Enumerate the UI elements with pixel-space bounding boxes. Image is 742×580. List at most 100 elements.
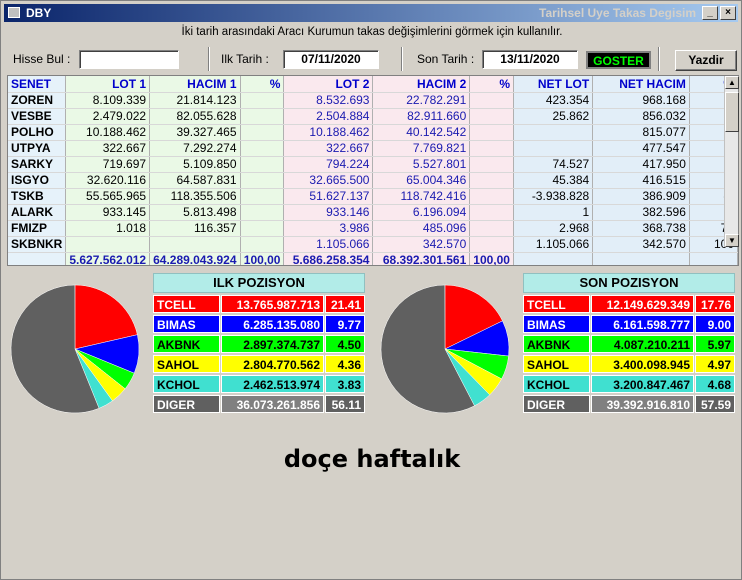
position-row: SAHOL 3.400.098.945 4.97: [523, 355, 735, 373]
table-cell: 5.686.258.354: [283, 252, 374, 265]
table-row[interactable]: ISGYO 32.620.116 64.587.831 32.665.500 65.00…: [8, 172, 738, 189]
position-row: DIGER 39.392.916.810 57.59: [523, 395, 735, 413]
table-cell: POLHO: [8, 124, 67, 141]
table-cell: 25.862: [513, 108, 594, 125]
scroll-up-icon[interactable]: ▲: [725, 76, 739, 89]
position-name: TCELL: [523, 295, 590, 313]
position-name: BIMAS: [523, 315, 590, 333]
table-cell: SARKY: [8, 156, 67, 173]
table-cell: 82.911.660: [372, 108, 471, 125]
table-cell: 794.224: [283, 156, 374, 173]
position-percent: 17.76: [695, 295, 735, 313]
table-cell: 3.986: [283, 220, 374, 237]
table-cell: 100,00: [469, 252, 514, 265]
table-row[interactable]: SKBNKR1.105.066342.5701.105.066342.57010…: [8, 236, 738, 253]
column-header[interactable]: NET HACIM: [592, 76, 690, 93]
info-text: İki tarih arasındaki Aracı Kurumun takas…: [181, 26, 563, 38]
position-row: AKBNK 2.897.374.737 4.50: [153, 335, 365, 353]
position-value: 2.897.374.737: [221, 335, 324, 353]
position-value: 3.200.847.467: [591, 375, 694, 393]
yazdir-button[interactable]: Yazdir: [675, 50, 737, 71]
table-cell: 1.105.066: [283, 236, 374, 253]
position-value: 6.161.598.777: [591, 315, 694, 333]
table-cell: 64.289.043.924: [149, 252, 241, 265]
position-percent: 21.41: [325, 295, 365, 313]
son-tarih-label: Son Tarih :: [417, 52, 475, 66]
title-bar[interactable]: DBY Tarihsel Uye Takas Degisim _ ×: [4, 4, 738, 22]
hisse-search-input[interactable]: [79, 50, 179, 69]
table-cell: 51.627.137: [283, 188, 374, 205]
position-value: 3.400.098.945: [591, 355, 694, 373]
table-row[interactable]: FMIZP 1.018 116.357 3.986 485.096 2.968 368.73…: [8, 220, 738, 237]
table-cell: 40.142.542: [372, 124, 471, 141]
column-header[interactable]: %: [240, 76, 285, 93]
scroll-down-icon[interactable]: ▼: [725, 234, 739, 247]
column-header[interactable]: NET LOT: [513, 76, 594, 93]
table-row[interactable]: SARKY 719.697 5.109.850 794.224 5.527.801 74.…: [8, 156, 738, 173]
table-row[interactable]: VESBE 2.479.022 82.055.628 2.504.884 82.911.…: [8, 108, 738, 125]
position-percent: 9.77: [325, 315, 365, 333]
column-header[interactable]: LOT 1: [65, 76, 151, 93]
column-header[interactable]: %: [469, 76, 514, 93]
table-cell: 32.620.116: [65, 172, 151, 189]
table-cell: ISGYO: [8, 172, 67, 189]
ilk-tarih-input[interactable]: 07/11/2020: [283, 50, 379, 69]
close-icon[interactable]: ×: [720, 6, 736, 20]
position-value: 6.285.135.080: [221, 315, 324, 333]
table-cell: 382.596: [592, 204, 690, 221]
table-cell: 2.504.884: [283, 108, 374, 125]
table-cell: [240, 204, 285, 221]
table-cell: 386.909: [592, 188, 690, 205]
column-header[interactable]: HACIM 2: [372, 76, 471, 93]
table-cell: 21.814.123: [149, 92, 241, 109]
position-name: KCHOL: [153, 375, 220, 393]
column-header[interactable]: LOT 2: [283, 76, 374, 93]
hisse-label: Hisse Bul :: [13, 52, 71, 66]
position-row: KCHOL 2.462.513.974 3.83: [153, 375, 365, 393]
position-percent: 5.97: [695, 335, 735, 353]
totals-row[interactable]: 5.627.562.012 64.289.043.924 100,00 5.686.2…: [8, 252, 738, 265]
table-cell: [240, 140, 285, 157]
table-cell: TSKB: [8, 188, 67, 205]
goster-button[interactable]: GOSTER: [586, 51, 651, 69]
column-header[interactable]: SENET: [8, 76, 67, 93]
table-cell: 55.565.965: [65, 188, 151, 205]
table-cell: 82.055.628: [149, 108, 241, 125]
table-cell: 856.032: [592, 108, 690, 125]
table-cell: SKBNKR: [8, 236, 67, 253]
position-name: KCHOL: [523, 375, 590, 393]
table-cell: 8.532.693: [283, 92, 374, 109]
table-cell: [469, 140, 514, 157]
table-row[interactable]: ZOREN 8.109.339 21.814.123 8.532.693 22.782.…: [8, 92, 738, 109]
table-cell: 74.527: [513, 156, 594, 173]
table-cell: [469, 108, 514, 125]
footer-text: doçe haftalık: [283, 445, 461, 473]
table-cell: 815.077: [592, 124, 690, 141]
grid-scrollbar[interactable]: ▲ ▼: [724, 76, 739, 247]
table-cell: 100,00: [240, 252, 285, 265]
table-cell: [592, 252, 690, 265]
table-cell: 8.109.339: [65, 92, 151, 109]
table-row[interactable]: POLHO 10.188.462 39.327.465 10.188.462 40.14…: [8, 124, 738, 141]
table-cell: [689, 252, 738, 265]
position-percent: 9.00: [695, 315, 735, 333]
table-cell: ALARK: [8, 204, 67, 221]
window-title: DBY: [26, 6, 52, 20]
minimize-icon[interactable]: _: [702, 6, 718, 20]
table-cell: 116.357: [149, 220, 241, 237]
column-header[interactable]: HACIM 1: [149, 76, 241, 93]
position-name: TCELL: [153, 295, 220, 313]
table-cell: [469, 236, 514, 253]
son-tarih-input[interactable]: 13/11/2020: [482, 50, 578, 69]
table-row[interactable]: ALARK 933.145 5.813.498 933.146 6.196.094 1 38…: [8, 204, 738, 221]
position-name: AKBNK: [153, 335, 220, 353]
table-cell: 342.570: [372, 236, 471, 253]
table-row[interactable]: TSKB 55.565.965 118.355.506 51.627.137 118.7…: [8, 188, 738, 205]
scroll-thumb[interactable]: [725, 92, 739, 132]
table-row[interactable]: UTPYA 322.667 7.292.274 322.667 7.769.821 477…: [8, 140, 738, 157]
table-cell: 39.327.465: [149, 124, 241, 141]
position-name: DIGER: [523, 395, 590, 413]
position-name: DIGER: [153, 395, 220, 413]
table-cell: [469, 204, 514, 221]
table-cell: ZOREN: [8, 92, 67, 109]
